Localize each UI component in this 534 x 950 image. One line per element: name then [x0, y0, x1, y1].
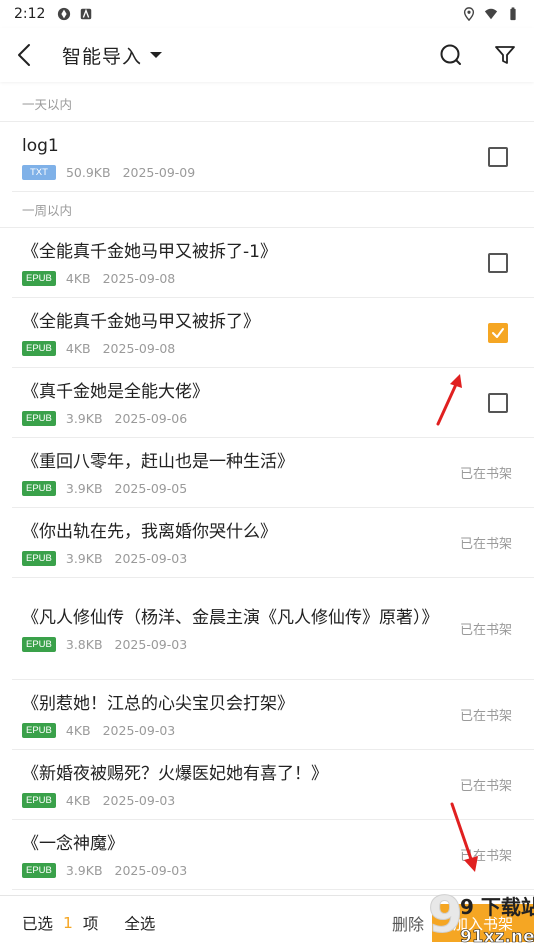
- file-row[interactable]: 《别惹她！江总的心尖宝贝会打架》 EPUB 4KB 2025-09-03 已在书架: [12, 680, 534, 750]
- wifi-icon: [484, 8, 498, 20]
- file-size: 4KB: [65, 341, 91, 356]
- file-type-badge: EPUB: [22, 271, 56, 286]
- file-size: 3.9KB: [65, 481, 103, 496]
- file-row[interactable]: 《新婚夜被赐死？火爆医妃她有喜了！》 EPUB 4KB 2025-09-03 已在书架: [12, 750, 534, 820]
- vpn-icon: [58, 7, 71, 21]
- section-header: 一周以内: [0, 192, 534, 228]
- filter-icon: [495, 46, 515, 64]
- file-type-badge: TXT: [22, 165, 56, 180]
- file-type-badge: EPUB: [22, 551, 56, 566]
- status-notification-icons: [57, 7, 93, 21]
- search-icon: [440, 44, 461, 65]
- file-type-badge: EPUB: [22, 637, 56, 652]
- file-row[interactable]: 《真千金她是全能大佬》 EPUB 3.9KB 2025-09-06: [12, 368, 534, 438]
- file-size: 4KB: [65, 271, 91, 286]
- file-row[interactable]: log1 TXT 50.9KB 2025-09-09: [12, 122, 534, 192]
- checkbox[interactable]: [488, 392, 508, 413]
- selected-unit: 项: [82, 915, 99, 933]
- checkbox-checked[interactable]: [488, 322, 508, 343]
- app-bar: 智能导入: [0, 28, 534, 82]
- file-row[interactable]: 《重回八零年，赶山也是一种生活》 EPUB 3.9KB 2025-09-05 已在书架: [12, 438, 534, 508]
- app-notification-icon: [81, 8, 92, 20]
- delete-button[interactable]: 删除: [392, 911, 424, 935]
- on-shelf-status: 已在书架: [459, 467, 512, 482]
- on-shelf-status: 已在书架: [459, 849, 512, 864]
- file-name: 《新婚夜被赐死？火爆医妃她有喜了！》: [22, 764, 328, 784]
- battery-icon: [510, 7, 516, 21]
- file-size: 3.9KB: [65, 411, 103, 426]
- selected-count: 1: [63, 914, 73, 932]
- file-row[interactable]: 《你出轨在先，我离婚你哭什么》 EPUB 3.9KB 2025-09-03 已在书架: [12, 508, 534, 578]
- file-date: 2025-09-06: [114, 411, 188, 426]
- file-date: 2025-09-03: [102, 793, 176, 808]
- select-all-button[interactable]: 全选: [124, 912, 155, 934]
- selected-label: 已选: [22, 915, 54, 933]
- file-size: 50.9KB: [65, 165, 111, 180]
- section-header: 一天以内: [0, 86, 534, 122]
- status-system-icons: [462, 7, 520, 21]
- file-size: 4KB: [65, 793, 91, 808]
- status-bar: 2:12: [0, 0, 534, 28]
- on-shelf-status: 已在书架: [459, 623, 512, 638]
- file-name: 《全能真千金她马甲又被拆了》: [22, 312, 260, 332]
- caret-down-icon: [150, 52, 163, 58]
- file-name: 《重回八零年，赶山也是一种生活》: [22, 452, 294, 472]
- file-name: log1: [22, 136, 59, 156]
- file-date: 2025-09-03: [114, 637, 188, 652]
- file-date: 2025-09-09: [122, 165, 196, 180]
- file-name: 《真千金她是全能大佬》: [22, 382, 209, 402]
- page-title: 智能导入: [62, 45, 143, 68]
- bottom-action-bar: 已选 1 项 全选 删除 加入书架: [0, 895, 534, 950]
- file-type-badge: EPUB: [22, 481, 56, 496]
- file-type-badge: EPUB: [22, 411, 56, 426]
- file-date: 2025-09-05: [114, 481, 188, 496]
- file-type-badge: EPUB: [22, 863, 56, 878]
- file-size: 3.9KB: [65, 863, 103, 878]
- file-type-badge: EPUB: [22, 723, 56, 738]
- back-button[interactable]: [12, 40, 36, 70]
- import-mode-dropdown[interactable]: 智能导入: [62, 42, 163, 69]
- add-to-shelf-button[interactable]: 加入书架: [432, 904, 534, 942]
- file-date: 2025-09-08: [102, 271, 176, 286]
- file-name: 《凡人修仙传（杨洋、金晨主演《凡人修仙传》原著）》: [22, 608, 439, 628]
- check-icon: [492, 327, 504, 338]
- search-button[interactable]: [438, 42, 464, 68]
- file-size: 4KB: [65, 723, 91, 738]
- filter-button[interactable]: [492, 42, 518, 68]
- file-name: 《全能真千金她马甲又被拆了-1》: [22, 242, 277, 262]
- file-type-badge: EPUB: [22, 793, 56, 808]
- checkbox[interactable]: [488, 146, 508, 167]
- file-date: 2025-09-03: [114, 863, 188, 878]
- file-row[interactable]: 《一念神魔》 EPUB 3.9KB 2025-09-03 已在书架: [12, 820, 534, 890]
- file-row[interactable]: 《全能真千金她马甲又被拆了》 EPUB 4KB 2025-09-08: [12, 298, 534, 368]
- file-date: 2025-09-08: [102, 341, 176, 356]
- checkbox[interactable]: [488, 252, 508, 273]
- file-row[interactable]: 《全能真千金她马甲又被拆了-1》 EPUB 4KB 2025-09-08: [12, 228, 534, 298]
- on-shelf-status: 已在书架: [459, 537, 512, 552]
- file-size: 3.8KB: [65, 637, 103, 652]
- on-shelf-status: 已在书架: [459, 709, 512, 724]
- file-name: 《你出轨在先，我离婚你哭什么》: [22, 522, 277, 542]
- status-time: 2:12: [14, 6, 46, 22]
- file-name: 《一念神魔》: [22, 834, 124, 854]
- file-date: 2025-09-03: [114, 551, 188, 566]
- file-row[interactable]: 《凡人修仙传（杨洋、金晨主演《凡人修仙传》原著）》 EPUB 3.8KB 2025-0…: [12, 578, 534, 680]
- file-date: 2025-09-03: [102, 723, 176, 738]
- file-type-badge: EPUB: [22, 341, 56, 356]
- file-size: 3.9KB: [65, 551, 103, 566]
- location-icon: [463, 7, 475, 21]
- back-arrow-icon: [18, 44, 30, 66]
- file-list[interactable]: 一天以内 log1 TXT 50.9KB 2025-09-09 一周以内 《全能真千金她马甲…: [0, 86, 534, 895]
- file-name: 《别惹她！江总的心尖宝贝会打架》: [22, 694, 294, 714]
- on-shelf-status: 已在书架: [459, 779, 512, 794]
